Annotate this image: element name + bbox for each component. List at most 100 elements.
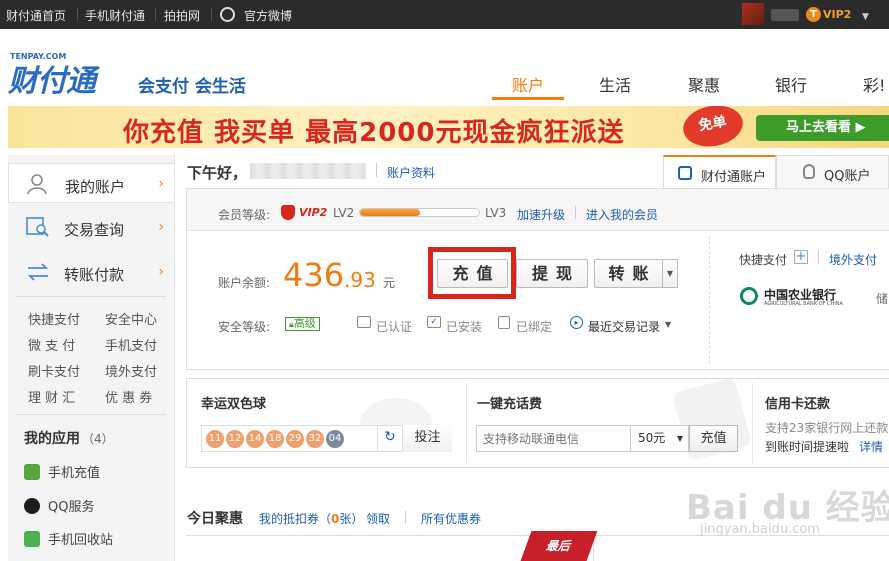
security-level-badge: 🔒︎高级 [285, 317, 320, 331]
top-link-mobile[interactable]: 手机财付通 [85, 7, 145, 24]
promo-banner[interactable]: 你充值 我买单 最高2000元现金疯狂派送 免单 马上去看看 ▶ [8, 106, 889, 148]
balance-integer: 436 [283, 256, 345, 294]
amount-value: 50元 [638, 431, 666, 445]
add-icon[interactable]: + [794, 250, 808, 264]
credit-card-detail-link[interactable]: 详情 [859, 438, 883, 455]
sidebar-sub-quickpay[interactable]: 快捷支付 [28, 309, 80, 328]
sidebar: 我的账户 › 交易查询 › 转账付款 › 快捷支付 安全中心 微 支 付 手机支… [8, 155, 175, 561]
sidebar-item-transfer[interactable]: 转账付款 › [8, 252, 174, 292]
nav-life[interactable]: 生活 [599, 72, 631, 96]
member-label: 会员等级: [218, 208, 271, 222]
chevron-down-icon[interactable]: ▼ [862, 12, 869, 22]
quickpay-label: 快捷支付 [739, 253, 788, 267]
recent-records-link[interactable]: 最近交易记录 [588, 318, 660, 335]
recharge-button[interactable]: 充值 [437, 259, 508, 288]
top-link-weibo[interactable]: 官方微博 [244, 7, 292, 24]
transfer-icon [27, 263, 49, 281]
qq-icon [24, 498, 40, 514]
tab-tenpay-account[interactable]: 财付通账户 [663, 155, 776, 189]
username-blurred [250, 163, 366, 179]
divider [16, 296, 166, 297]
sidebar-sub-finance[interactable]: 理 财 汇 [28, 387, 75, 406]
account-profile-link[interactable]: 账户资料 [387, 164, 435, 181]
sidebar-sub-micropay[interactable]: 微 支 付 [28, 335, 75, 354]
all-coupons-link[interactable]: 所有优惠券 [421, 510, 481, 527]
sidebar-sub-overseas[interactable]: 境外支付 [105, 361, 157, 380]
sidebar-sub-coupon[interactable]: 优 惠 券 [105, 387, 152, 406]
sidebar-sub-security[interactable]: 安全中心 [105, 309, 157, 328]
check-icon: ✓ [427, 316, 441, 328]
tenpay-logo[interactable]: 财付通 [8, 56, 96, 100]
top-link-paipai[interactable]: 拍拍网 [164, 7, 200, 24]
nav-account[interactable]: 账户 [512, 72, 544, 96]
abc-bank-logo-icon [740, 287, 758, 305]
lottery-balls: 11 12 14 18 29 32 04 [206, 430, 346, 448]
phone-recharge-button[interactable]: 充值 [689, 425, 738, 452]
upgrade-link[interactable]: 加速升级 [517, 206, 565, 223]
app-qq-service[interactable]: QQ服务 [24, 496, 94, 515]
installed-status[interactable]: 已安装 [446, 318, 482, 335]
top-link-home[interactable]: 财付通首页 [6, 7, 66, 24]
enter-member-link[interactable]: 进入我的会员 [586, 206, 658, 223]
nav-deals[interactable]: 聚惠 [688, 72, 720, 96]
overseas-pay-link[interactable]: 境外支付 [829, 251, 877, 268]
refresh-icon[interactable]: ↻ [377, 425, 402, 452]
transfer-dropdown[interactable]: ▼ [662, 259, 678, 288]
sidebar-sub-mobilepay[interactable]: 手机支付 [105, 335, 157, 354]
lottery-red-ball[interactable]: 29 [286, 430, 304, 448]
lottery-red-ball[interactable]: 11 [206, 430, 224, 448]
withdraw-button[interactable]: 提现 [516, 259, 588, 288]
lottery-red-ball[interactable]: 32 [306, 430, 324, 448]
lottery-blue-ball[interactable]: 04 [326, 430, 344, 448]
weibo-icon [220, 7, 235, 22]
my-coupons-link[interactable]: 我的抵扣券（0张） [259, 510, 363, 527]
divider [211, 8, 212, 21]
deal-ribbon: 最后 [520, 531, 598, 561]
app-phone-recycle[interactable]: 手机回收站 [24, 529, 113, 548]
chevron-right-icon: › [158, 176, 164, 192]
credit-card-line2: 到账时间提速啦 [765, 440, 850, 454]
nav-lottery[interactable]: 彩! [863, 72, 885, 96]
bound-status[interactable]: 已绑定 [516, 318, 552, 335]
app-mobile-recharge[interactable]: 手机充值 [24, 462, 100, 481]
chevron-right-icon: › [158, 219, 164, 235]
verified-status[interactable]: 已认证 [376, 318, 412, 335]
lottery-bet-button[interactable]: 投注 [402, 425, 452, 452]
member-progress-bar [359, 208, 480, 217]
divider [709, 236, 710, 364]
sidebar-item-query[interactable]: 交易查询 › [8, 207, 174, 247]
user-icon [27, 174, 47, 195]
lottery-red-ball[interactable]: 12 [226, 430, 244, 448]
tab-label: 财付通账户 [701, 170, 767, 185]
chevron-right-icon: › [158, 264, 164, 280]
lottery-red-ball[interactable]: 14 [246, 430, 264, 448]
banner-headline: 你充值 我买单 最高2000元现金疯狂派送 [123, 118, 625, 148]
divider [575, 206, 576, 219]
transfer-button[interactable]: 转账 [594, 259, 663, 288]
sidebar-sub-cardpay[interactable]: 刷卡支付 [28, 361, 80, 380]
phone-icon [24, 464, 40, 480]
tab-qq-account[interactable]: QQ账户 [776, 155, 889, 188]
phone-number-input[interactable] [476, 425, 631, 452]
banner-badge: 免单 [679, 106, 747, 148]
banner-button[interactable]: 马上去看看 ▶ [756, 115, 889, 141]
member-level-to: LV3 [485, 206, 507, 220]
watermark-url: jingyan.baidu.com [700, 522, 820, 537]
tenpay-icon [678, 166, 692, 180]
nav-active-underline [492, 97, 564, 100]
vip-level[interactable]: VIP2 [823, 8, 851, 21]
apps-count: （4） [82, 432, 114, 446]
nav-bank[interactable]: 银行 [775, 72, 807, 96]
chevron-down-icon: ▼ [666, 269, 674, 278]
id-card-icon [357, 316, 371, 328]
sidebar-item-my-account[interactable]: 我的账户 › [8, 163, 174, 203]
balance-unit: 元 [383, 276, 396, 290]
avatar[interactable] [742, 3, 764, 25]
amount-select[interactable]: 50元 ▼ [631, 425, 689, 452]
lottery-red-ball[interactable]: 18 [266, 430, 284, 448]
divider [405, 511, 406, 524]
claim-coupon-link[interactable]: 领取 [366, 510, 390, 527]
app-label: 手机充值 [48, 466, 101, 481]
credit-card-title: 信用卡还款 [765, 397, 831, 412]
chevron-down-icon[interactable]: ▼ [665, 320, 671, 329]
